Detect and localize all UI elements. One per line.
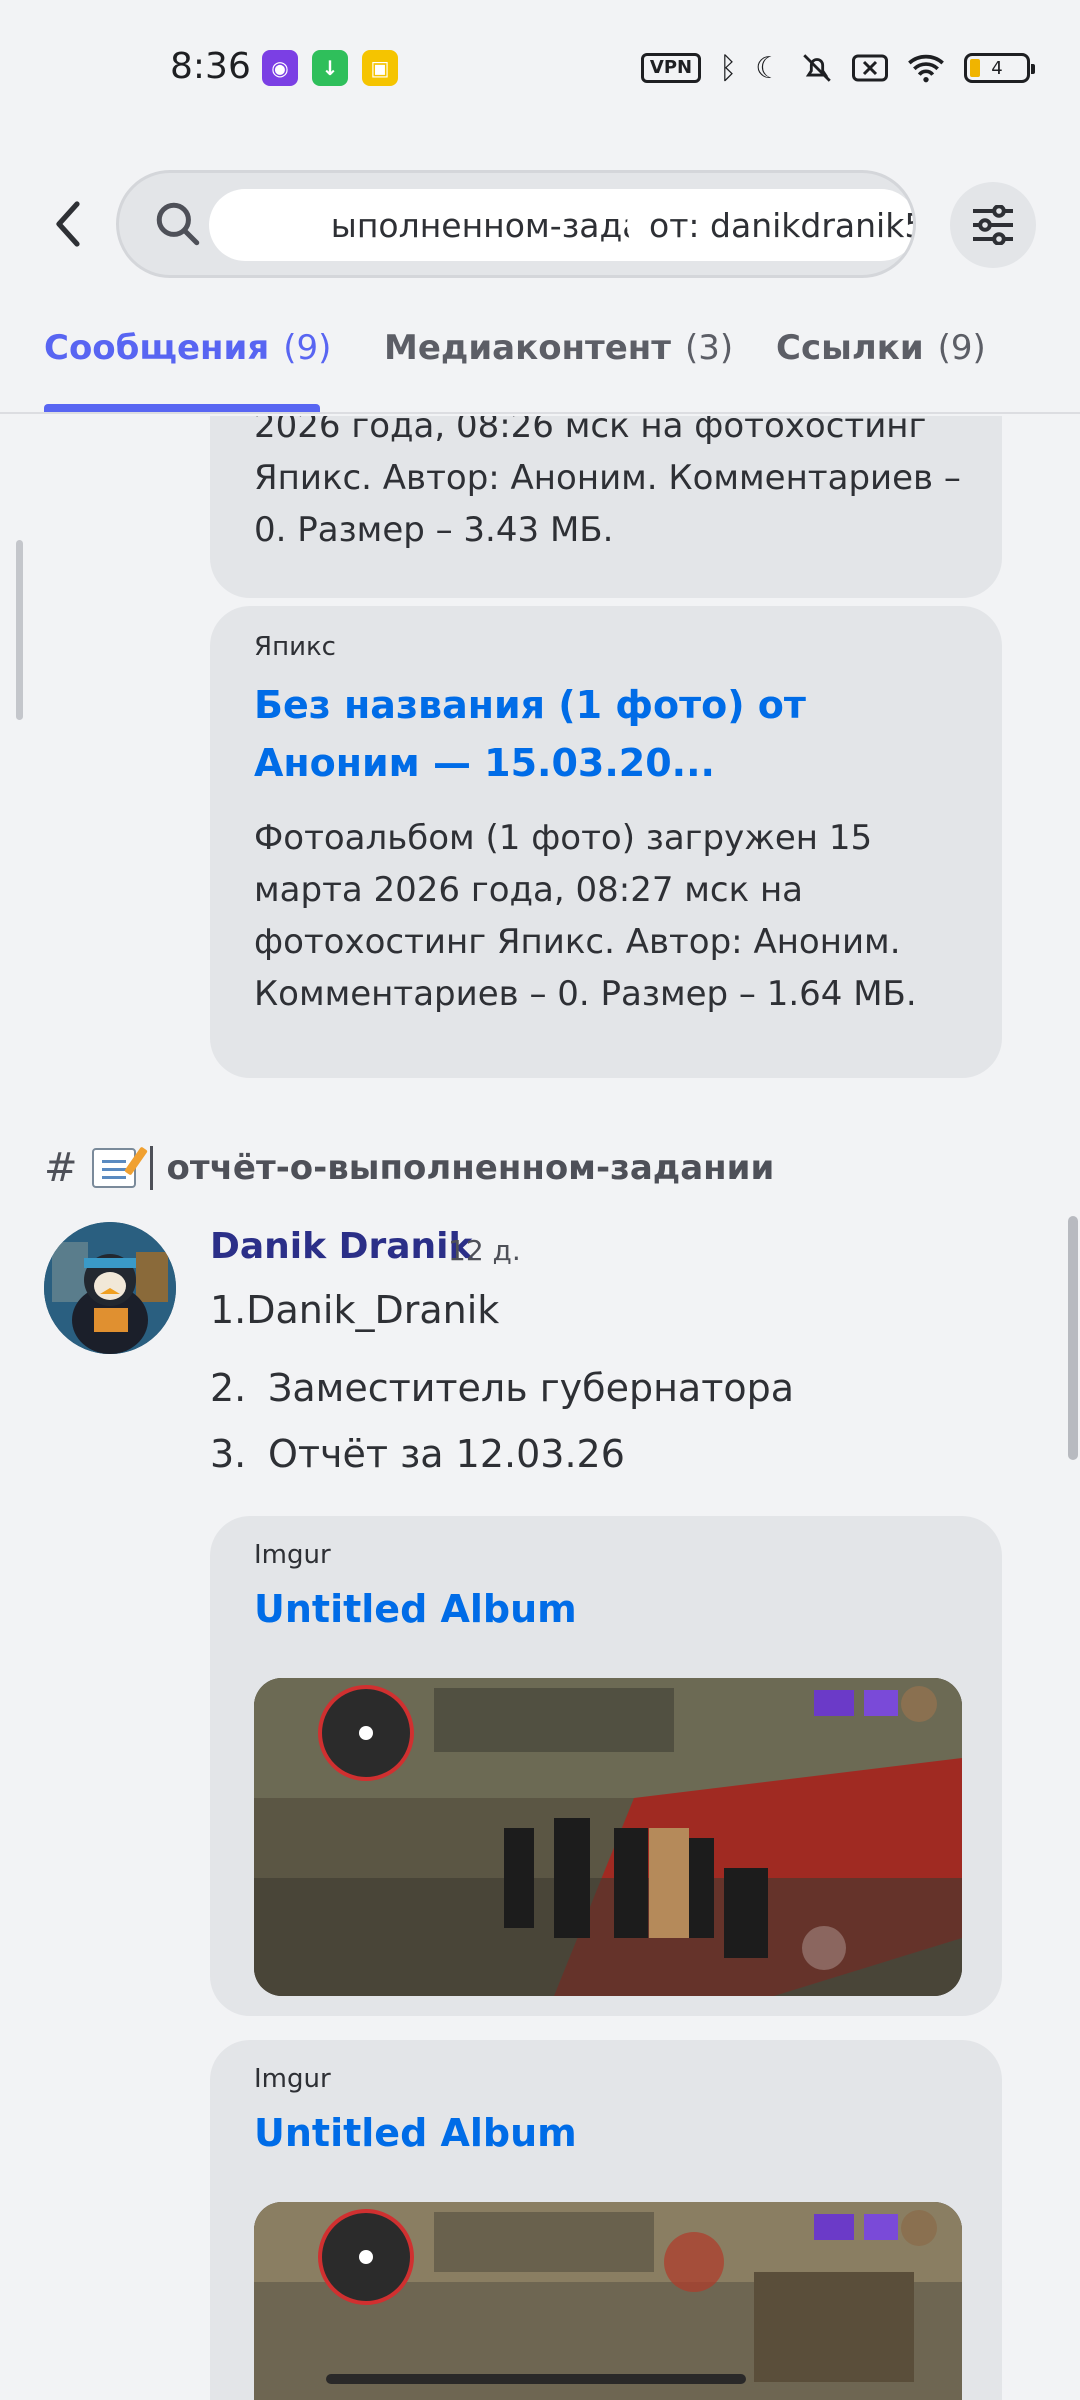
search-icon — [156, 202, 200, 246]
game-screenshot — [254, 1678, 962, 1996]
embed-provider: Imgur — [254, 2064, 331, 2094]
embed-title-link[interactable]: Untitled Album — [254, 2104, 962, 2162]
bluetooth-icon: ᛒ — [719, 50, 738, 86]
wallet-app-icon: ▣ — [362, 50, 398, 86]
list-item: 2. Заместитель губернатора — [210, 1366, 794, 1410]
search-results[interactable]: 2026 года, 08:26 мск на фотохостинг Япик… — [0, 416, 1080, 2400]
tab-media-count: (3) — [685, 328, 734, 368]
message-line-1: 1.Danik_Dranik — [210, 1288, 500, 1332]
tab-messages[interactable]: Сообщения (9) — [44, 328, 331, 368]
list-item: 3. Отчёт за 12.03.26 — [210, 1432, 625, 1476]
back-button[interactable] — [44, 196, 92, 252]
tab-messages-count: (9) — [283, 328, 332, 368]
hash-icon: # — [44, 1145, 78, 1191]
tab-media-label: Медиаконтент — [384, 328, 672, 368]
tab-messages-label: Сообщения — [44, 328, 270, 368]
tab-links-label: Ссылки — [776, 328, 924, 368]
avatar-image — [44, 1222, 176, 1354]
channel-name: отчёт-о-выполненном-задании — [166, 1148, 775, 1188]
active-tab-indicator — [44, 404, 320, 412]
download-app-icon: ↓ — [312, 50, 348, 86]
filter-button[interactable] — [950, 182, 1036, 268]
scrollbar[interactable] — [1068, 1216, 1078, 1460]
status-bar: 8:36 ◉ ↓ ▣ VPN ᛒ ☾ 4 — [0, 0, 1080, 140]
moon-icon: ☾ — [755, 50, 782, 86]
embed-title-link[interactable]: Untitled Album — [254, 1580, 962, 1638]
tab-media[interactable]: Медиаконтент (3) — [384, 328, 733, 368]
sliders-icon — [973, 205, 1013, 245]
link-embed[interactable]: Imgur Untitled Album — [210, 2040, 1002, 2400]
list-number: 3. — [210, 1432, 247, 1476]
vpn-icon: VPN — [640, 53, 702, 83]
embed-title-link[interactable]: Без названия (1 фото) от Аноним — 15.03.… — [254, 676, 962, 792]
message-author[interactable]: Danik Dranik — [210, 1226, 472, 1267]
search-bar[interactable]: ыполненном-задании от: danikdranik5 — [116, 170, 916, 278]
list-number: 2. — [210, 1366, 247, 1410]
podcast-app-icon: ◉ — [262, 50, 298, 86]
sim-off-icon — [852, 54, 888, 82]
system-icons: VPN ᛒ ☾ 4 — [640, 46, 1035, 90]
bell-off-icon — [803, 54, 831, 82]
embed-provider: Imgur — [254, 1540, 331, 1570]
tab-links-count: (9) — [937, 328, 986, 368]
wifi-icon — [908, 54, 944, 83]
search-author-text: от: danikdranik5 — [649, 205, 916, 245]
embed-provider: Япикс — [254, 632, 336, 662]
channel-header[interactable]: # отчёт-о-выполненном-задании — [44, 1138, 774, 1198]
memo-icon — [91, 1148, 136, 1188]
list-text: Заместитель губернатора — [268, 1366, 795, 1410]
embed-image[interactable] — [254, 1678, 962, 1996]
home-indicator[interactable] — [326, 2374, 746, 2384]
scrollbar-left[interactable] — [16, 540, 23, 720]
embed-image[interactable] — [254, 2202, 962, 2400]
status-time: 8:36 — [170, 46, 251, 87]
battery-level: 4 — [991, 57, 1003, 79]
avatar[interactable] — [44, 1222, 176, 1354]
link-embed[interactable]: 2026 года, 08:26 мск на фотохостинг Япик… — [210, 416, 1002, 598]
list-text: Отчёт за 12.03.26 — [268, 1432, 625, 1476]
divider — [149, 1146, 153, 1190]
result-tabs: Сообщения (9) Медиаконтент (3) Ссылки (9) — [0, 310, 1080, 414]
embed-description: Япикс. Автор: Аноним. Комментариев – 0. … — [254, 458, 961, 550]
game-screenshot — [254, 2202, 962, 2400]
message-timestamp: 12 д. — [448, 1234, 521, 1267]
link-embed[interactable]: Япикс Без названия (1 фото) от Аноним — … — [210, 606, 1002, 1078]
link-embed[interactable]: Imgur Untitled Album — [210, 1516, 1002, 2016]
embed-description-top: 2026 года, 08:26 мск на фотохостинг — [254, 416, 927, 446]
tab-links[interactable]: Ссылки (9) — [776, 328, 986, 368]
battery-icon: 4 — [964, 53, 1035, 83]
embed-description: Фотоальбом (1 фото) загружен 15 марта 20… — [254, 818, 917, 1014]
chevron-left-icon — [56, 201, 80, 247]
search-author-chip[interactable]: от: danikdranik5 — [627, 189, 916, 261]
